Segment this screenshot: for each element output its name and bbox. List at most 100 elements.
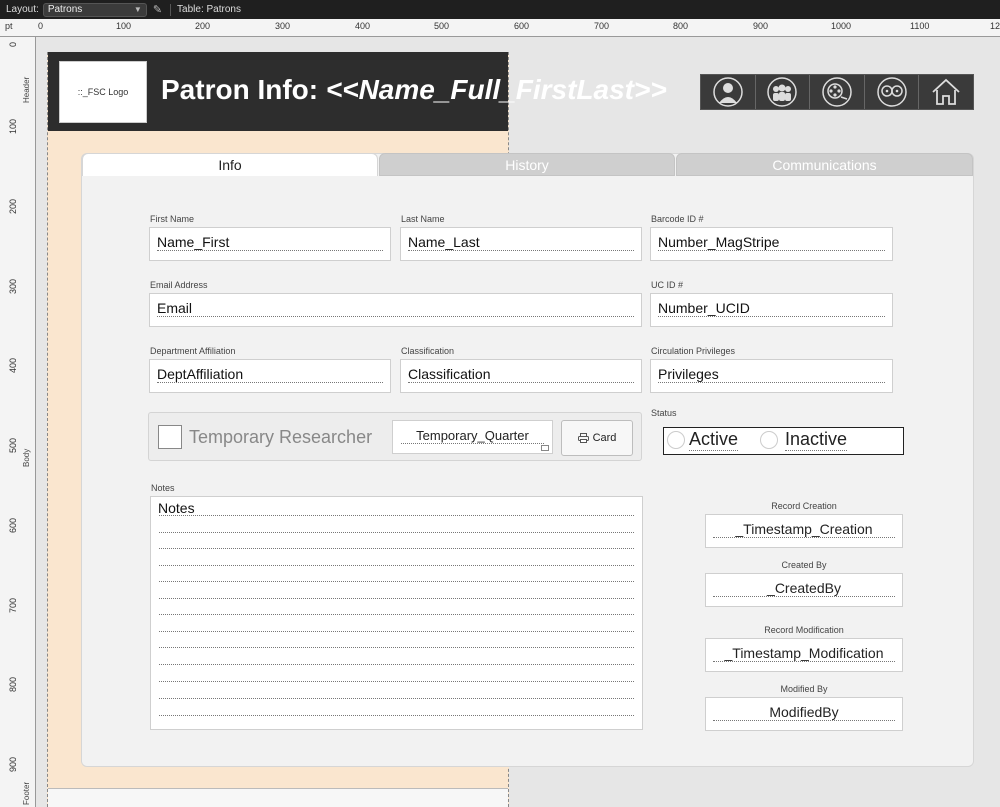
record-modification-field[interactable]: _Timestamp_Modification (705, 638, 903, 672)
last-name-value: Name_Last (408, 235, 634, 251)
ruler-tick: 900 (8, 756, 18, 772)
modified-by-label: Modified By (780, 684, 828, 694)
nav-home-button[interactable] (918, 75, 973, 109)
privileges-value: Privileges (658, 367, 885, 383)
first-name-value: Name_First (157, 235, 383, 251)
notes-line (159, 698, 634, 699)
film-reel-icon (822, 77, 852, 107)
person-icon (713, 77, 743, 107)
nav-films-button[interactable] (863, 75, 919, 109)
notes-line (159, 614, 634, 615)
last-name-label: Last Name (401, 214, 445, 224)
created-by-field[interactable]: _CreatedBy (705, 573, 903, 607)
table-label: Table: Patrons (177, 4, 241, 15)
record-modification-label: Record Modification (764, 625, 844, 635)
chevron-down-icon: ▼ (133, 5, 142, 14)
print-card-button[interactable]: Card (561, 420, 633, 456)
notes-line (159, 715, 634, 716)
last-name-field[interactable]: Name_Last (400, 227, 642, 261)
ruler-tick: 100 (116, 21, 132, 31)
status-active-radio[interactable] (667, 431, 685, 449)
nav-film-button[interactable] (809, 75, 864, 109)
home-icon (932, 78, 960, 105)
temp-quarter-value: Temporary_Quarter (401, 429, 544, 444)
notes-field[interactable] (150, 496, 643, 730)
notes-line (159, 548, 634, 549)
record-creation-value: _Timestamp_Creation (713, 522, 895, 538)
status-inactive-radio[interactable] (760, 431, 778, 449)
modified-by-value: ModifiedBy (713, 705, 895, 721)
group-icon (767, 77, 798, 107)
first-name-field[interactable]: Name_First (149, 227, 391, 261)
ruler-tick: 0 (38, 21, 44, 31)
horizontal-ruler: pt 0 100 200 300 400 500 600 700 800 900… (0, 19, 1000, 37)
notes-line (159, 664, 634, 665)
ucid-value: Number_UCID (658, 301, 885, 317)
ruler-tick: 200 (8, 198, 18, 214)
ruler-tick: 400 (8, 357, 18, 373)
privileges-field[interactable]: Privileges (650, 359, 893, 393)
created-by-label: Created By (781, 560, 827, 570)
modified-by-field[interactable]: ModifiedBy (705, 697, 903, 731)
barcode-label: Barcode ID # (651, 214, 704, 224)
ruler-tick: 200 (195, 21, 211, 31)
ruler-tick: 300 (8, 278, 18, 294)
first-name-label: First Name (150, 214, 195, 224)
notes-line (159, 647, 634, 648)
notes-value: Notes (158, 500, 195, 516)
notes-line (159, 598, 634, 599)
ruler-tick: 300 (275, 21, 291, 31)
barcode-value: Number_MagStripe (658, 235, 885, 251)
layout-select-value: Patrons (47, 4, 83, 15)
temp-researcher-label: Temporary Researcher (189, 427, 373, 447)
notes-label: Notes (151, 483, 175, 493)
ucid-field[interactable]: Number_UCID (650, 293, 893, 327)
nav-button-bar (700, 74, 974, 110)
notes-line (159, 681, 634, 682)
layout-label: Layout: (6, 4, 39, 15)
ruler-tick: 1000 (831, 21, 852, 31)
barcode-field[interactable]: Number_MagStripe (650, 227, 893, 261)
temp-researcher-checkbox[interactable] (158, 425, 182, 449)
classification-label: Classification (401, 346, 455, 356)
tab-communications[interactable]: Communications (676, 153, 973, 176)
notes-line (159, 565, 634, 566)
privileges-label: Circulation Privileges (651, 346, 736, 356)
printer-icon (577, 433, 589, 443)
status-radio-group: Active Inactive (663, 427, 904, 455)
notes-line (159, 532, 634, 533)
ruler-tick: 800 (673, 21, 689, 31)
dept-field[interactable]: DeptAffiliation (149, 359, 391, 393)
status-inactive-label[interactable]: Inactive (785, 429, 848, 451)
record-creation-field[interactable]: _Timestamp_Creation (705, 514, 903, 548)
dept-value: DeptAffiliation (157, 367, 383, 383)
record-modification-value: _Timestamp_Modification (713, 646, 895, 662)
email-field[interactable]: Email (149, 293, 642, 327)
calendar-icon[interactable] (541, 445, 549, 451)
status-active-label[interactable]: Active (689, 429, 739, 451)
ruler-tick: 900 (753, 21, 769, 31)
pencil-icon[interactable]: ✎ (153, 3, 162, 16)
part-label-footer[interactable]: Footer (22, 782, 31, 805)
tab-history[interactable]: History (379, 153, 675, 176)
notes-line (159, 515, 634, 516)
part-label-header[interactable]: Header (22, 77, 31, 103)
ruler-tick: 400 (355, 21, 371, 31)
tab-info[interactable]: Info (82, 153, 378, 176)
nav-patrons-button[interactable] (754, 75, 810, 109)
classification-field[interactable]: Classification (400, 359, 642, 393)
ruler-tick: 500 (8, 437, 18, 453)
film-reels-icon (876, 77, 907, 107)
email-label: Email Address (150, 280, 208, 290)
dept-label: Department Affiliation (150, 346, 236, 356)
temp-quarter-field[interactable]: Temporary_Quarter (392, 420, 553, 454)
layout-select[interactable]: Patrons ▼ (42, 2, 147, 17)
ruler-tick: 100 (8, 118, 18, 134)
email-value: Email (157, 301, 634, 317)
ruler-tick: 600 (514, 21, 530, 31)
ruler-tick: 1100 (910, 21, 930, 31)
classification-value: Classification (408, 367, 634, 383)
part-label-body[interactable]: Body (22, 449, 31, 467)
ruler-tick: 800 (8, 676, 18, 692)
nav-patron-button[interactable] (701, 75, 755, 109)
